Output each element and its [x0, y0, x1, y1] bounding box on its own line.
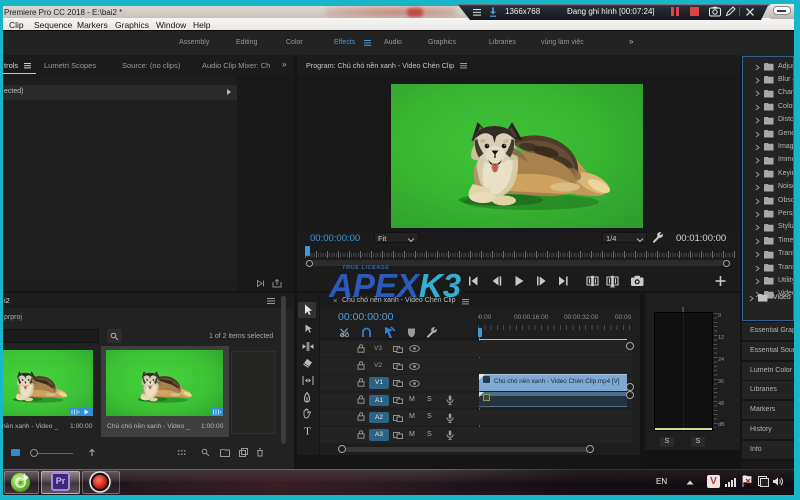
svg-text:T: T: [304, 425, 311, 436]
